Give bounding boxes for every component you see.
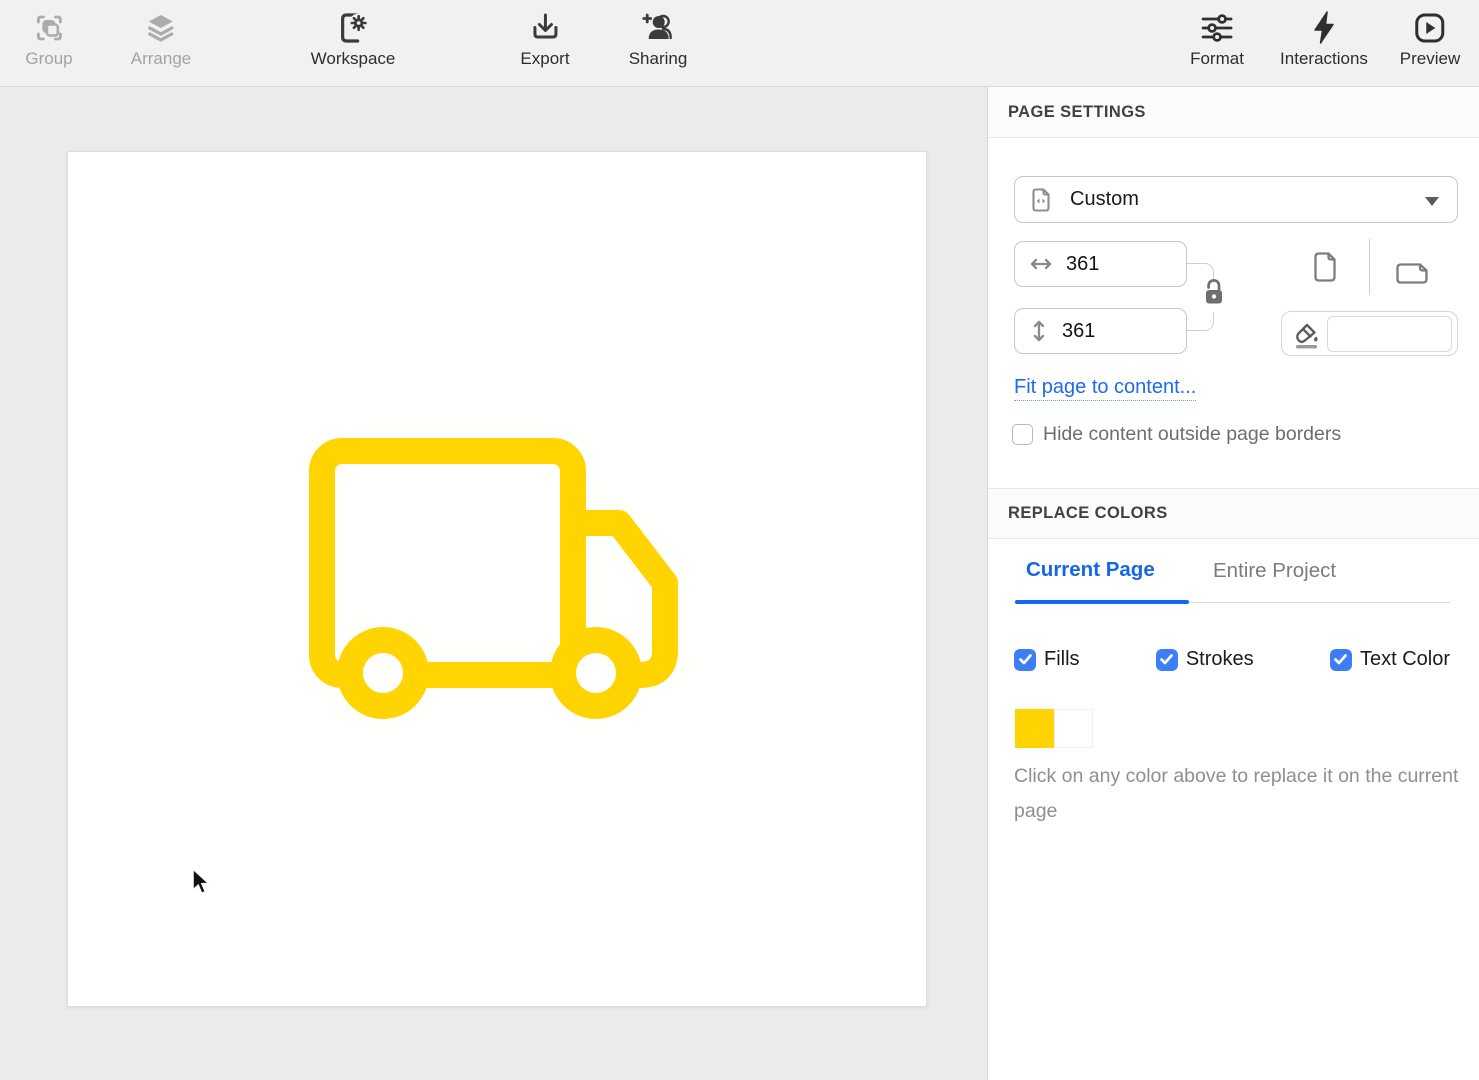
hide-content-checkbox[interactable] <box>1012 424 1033 445</box>
interactions-label: Interactions <box>1280 49 1368 69</box>
tab-entire-project[interactable]: Entire Project <box>1213 559 1336 583</box>
interactions-button[interactable]: Interactions <box>1280 0 1368 86</box>
strokes-checkbox[interactable] <box>1156 649 1178 671</box>
sharing-label: Sharing <box>629 49 688 69</box>
preview-label: Preview <box>1400 49 1460 69</box>
export-button[interactable]: Export <box>520 0 569 86</box>
fit-page-to-content-link[interactable]: Fit page to content... <box>1014 376 1196 401</box>
mouse-cursor-icon <box>186 865 214 904</box>
group-icon <box>25 0 72 48</box>
filter-text-color[interactable]: Text Color <box>1330 648 1450 671</box>
page-height-value: 361 <box>1062 320 1095 343</box>
size-link-connector-bottom <box>1187 312 1214 331</box>
page-width-input[interactable]: 361 <box>1014 241 1187 287</box>
portrait-page-icon <box>1310 248 1340 286</box>
preview-button[interactable]: Preview <box>1400 0 1460 86</box>
delivery-truck-artwork[interactable] <box>299 428 699 733</box>
workspace-device-gear-icon <box>311 0 396 48</box>
page-preset-value: Custom <box>1070 188 1139 211</box>
orientation-landscape-button[interactable] <box>1392 259 1432 294</box>
export-download-icon <box>520 0 569 48</box>
hide-content-checkbox-row[interactable]: Hide content outside page borders <box>1012 423 1341 446</box>
arrange-label: Arrange <box>131 49 191 69</box>
preview-play-icon <box>1400 0 1460 48</box>
text-color-label: Text Color <box>1360 648 1450 671</box>
inspector-sidebar: PAGE SETTINGS Custom 361 <box>987 87 1479 1080</box>
page-preset-icon <box>1029 186 1053 214</box>
text-color-checkbox[interactable] <box>1330 649 1352 671</box>
swatch-yellow[interactable] <box>1015 709 1054 748</box>
fills-checkbox[interactable] <box>1014 649 1036 671</box>
filter-fills[interactable]: Fills <box>1014 648 1080 671</box>
page-fill-swatch[interactable] <box>1327 316 1452 352</box>
format-button[interactable]: Format <box>1190 0 1244 86</box>
size-lock-toggle[interactable] <box>1201 277 1226 313</box>
paint-bucket-icon <box>1292 317 1322 351</box>
canvas-workarea[interactable] <box>0 87 987 1080</box>
tab-current-page[interactable]: Current Page <box>1026 558 1155 582</box>
format-label: Format <box>1190 49 1244 69</box>
page-fill-control[interactable] <box>1281 311 1458 356</box>
replace-colors-hint: Click on any color above to replace it o… <box>1014 759 1462 829</box>
hide-content-label: Hide content outside page borders <box>1043 423 1341 446</box>
orientation-portrait-button[interactable] <box>1310 248 1340 291</box>
page-width-value: 361 <box>1066 253 1099 276</box>
group-label: Group <box>25 49 72 69</box>
sharing-add-person-icon <box>629 0 688 48</box>
dropdown-arrow-icon <box>1425 197 1439 206</box>
arrange-layers-icon <box>131 0 191 48</box>
page-settings-header: PAGE SETTINGS <box>988 87 1479 138</box>
unlock-shackle-icon <box>1209 280 1219 290</box>
export-label: Export <box>520 49 569 69</box>
swatch-white[interactable] <box>1054 709 1093 748</box>
page-settings-title: PAGE SETTINGS <box>1008 103 1146 122</box>
replace-colors-header: REPLACE COLORS <box>988 488 1479 539</box>
active-tab-underline <box>1015 600 1189 604</box>
strokes-label: Strokes <box>1186 648 1254 671</box>
sharing-button[interactable]: Sharing <box>629 0 688 86</box>
color-filter-row: Fills Strokes Text Color <box>1014 648 1450 671</box>
page-preset-select[interactable]: Custom <box>1014 176 1458 223</box>
replace-colors-tabs: Current Page Entire Project <box>988 537 1479 607</box>
landscape-page-icon <box>1392 259 1432 289</box>
fills-label: Fills <box>1044 648 1080 671</box>
workspace-label: Workspace <box>311 49 396 69</box>
arrange-button[interactable]: Arrange <box>131 0 191 86</box>
group-button[interactable]: Group <box>25 0 72 86</box>
workspace-button[interactable]: Workspace <box>311 0 396 86</box>
replace-colors-title: REPLACE COLORS <box>1008 504 1168 523</box>
interactions-lightning-icon <box>1280 0 1368 48</box>
page-height-input[interactable]: 361 <box>1014 308 1187 354</box>
height-arrow-icon <box>1028 318 1050 344</box>
format-sliders-icon <box>1190 0 1244 48</box>
orientation-divider <box>1369 239 1370 295</box>
color-swatch-row <box>1015 709 1093 748</box>
toolbar: Group Arrange <box>0 0 1479 87</box>
width-arrow-icon <box>1028 253 1054 275</box>
filter-strokes[interactable]: Strokes <box>1156 648 1254 671</box>
